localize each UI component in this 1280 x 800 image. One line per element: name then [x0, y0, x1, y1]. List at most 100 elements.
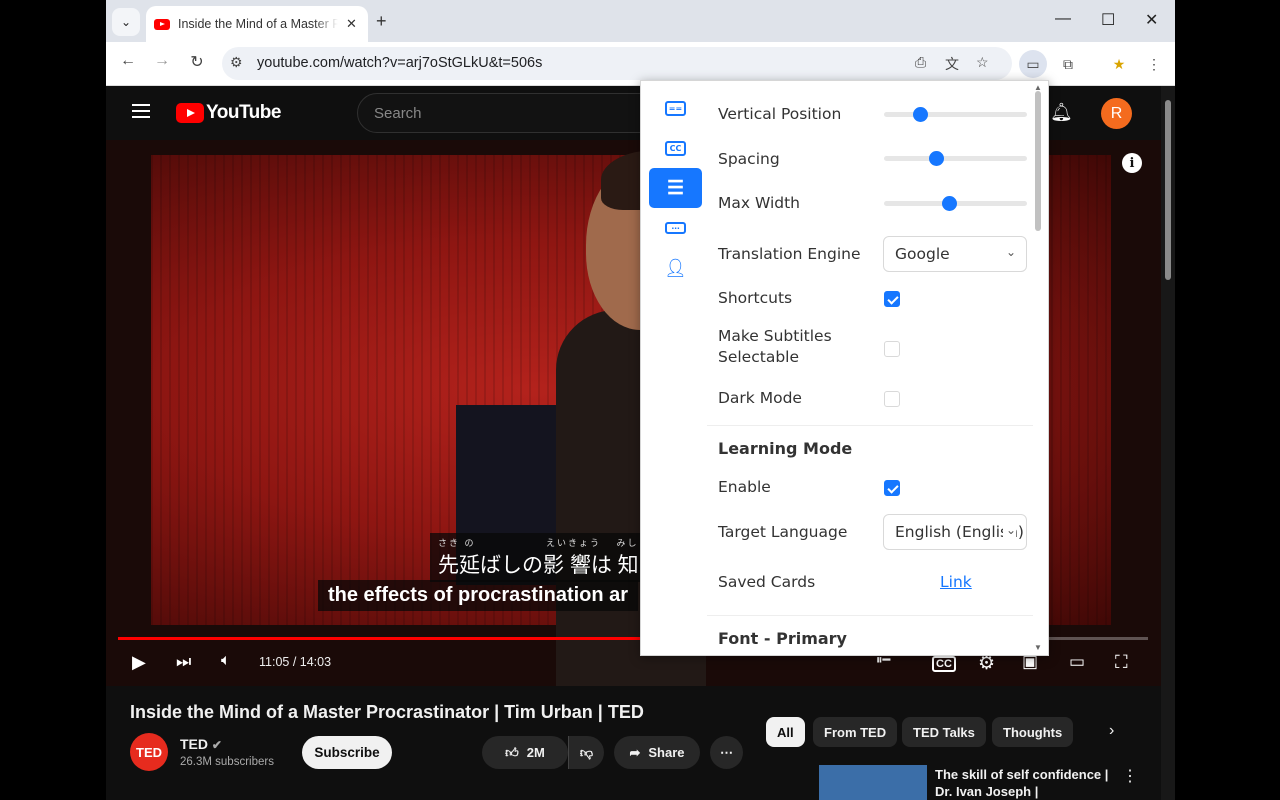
spacing-slider[interactable]: [884, 151, 1027, 166]
translate-icon[interactable]: 文: [945, 54, 959, 74]
user-icon: 👤︎: [664, 257, 687, 278]
saved-cards-label: Saved Cards: [718, 573, 816, 591]
youtube-logo[interactable]: YouTube: [176, 102, 281, 124]
subtitle-extension-popup: == CC ☰ ⋯ 👤︎ Vertical Position Spacing M…: [640, 80, 1049, 656]
popup-scrollbar-thumb[interactable]: [1035, 91, 1041, 231]
video-title: Inside the Mind of a Master Procrastinat…: [130, 702, 644, 722]
channel-avatar[interactable]: TED: [130, 733, 168, 771]
minimize-button[interactable]: —: [1055, 10, 1071, 28]
popup-scroll-down-icon[interactable]: ▼: [1034, 643, 1042, 652]
thumbs-up-icon: 👍︎: [505, 744, 519, 760]
close-tab-icon[interactable]: ✕: [346, 16, 357, 32]
url-text: youtube.com/watch?v=arj7oStGLkU&t=506s: [257, 55, 543, 71]
browser-window: ⌄ Inside the Mind of a Master Procrastin…: [106, 0, 1175, 800]
install-app-icon[interactable]: ⎙: [915, 54, 926, 71]
recommendation-thumbnail[interactable]: [819, 765, 927, 800]
sidebar-item-settings[interactable]: ☰: [649, 168, 702, 208]
fullscreen-icon[interactable]: ⛶: [1115, 652, 1128, 673]
close-window-button[interactable]: ✕: [1145, 10, 1158, 30]
learning-mode-title: Learning Mode: [718, 439, 853, 458]
dark-mode-label: Dark Mode: [718, 389, 802, 407]
new-tab-button[interactable]: +: [376, 11, 387, 32]
search-placeholder: Search: [374, 105, 422, 122]
popup-sidebar: == CC ☰ ⋯ 👤︎: [641, 81, 707, 655]
max-width-slider[interactable]: [884, 196, 1027, 211]
tab-strip: ⌄ Inside the Mind of a Master Procrastin…: [106, 0, 1175, 42]
channel-name[interactable]: TED ✔: [180, 736, 222, 752]
page-scrollbar[interactable]: [1161, 86, 1175, 800]
scrollbar-thumb[interactable]: [1165, 100, 1171, 280]
more-actions-button[interactable]: ⋯: [710, 736, 743, 769]
forward-button[interactable]: →: [151, 52, 173, 70]
vertical-position-label: Vertical Position: [718, 105, 842, 123]
youtube-favicon-icon: [154, 18, 170, 30]
notifications-bell-icon[interactable]: 🔔︎: [1050, 102, 1073, 123]
sidebar-item-subtitles[interactable]: ==: [649, 88, 702, 128]
vertical-position-slider[interactable]: [884, 107, 1027, 122]
spacing-knob[interactable]: [928, 151, 944, 166]
youtube-search-input[interactable]: Search: [357, 93, 677, 133]
extensions-puzzle-icon[interactable]: ⧉: [1054, 50, 1082, 78]
chip-thoughts[interactable]: Thoughts: [992, 717, 1074, 747]
more-horizontal-icon: ⋯: [720, 744, 733, 760]
share-button[interactable]: ➦ Share: [614, 736, 700, 769]
max-width-label: Max Width: [718, 194, 801, 212]
right-margin: [1175, 0, 1280, 800]
address-bar[interactable]: ⚙ youtube.com/watch?v=arj7oStGLkU&t=506s…: [222, 47, 1012, 80]
share-icon: ➦: [629, 744, 641, 760]
captions-cc-icon[interactable]: CC: [932, 656, 956, 672]
recommendation-title[interactable]: The skill of self confidence | Dr. Ivan …: [935, 766, 1115, 800]
dark-mode-checkbox[interactable]: [884, 391, 900, 407]
shortcuts-label: Shortcuts: [718, 289, 793, 307]
max-width-knob[interactable]: [941, 196, 957, 211]
cc-icon: CC: [665, 140, 686, 156]
user-avatar[interactable]: R: [1101, 98, 1132, 129]
tab-youtube[interactable]: Inside the Mind of a Master Procrastinat…: [146, 6, 368, 42]
vertical-position-knob[interactable]: [913, 107, 929, 122]
subtitle-extension-icon[interactable]: ▭: [1019, 50, 1047, 78]
saved-cards-link[interactable]: Link: [940, 573, 972, 591]
hamburger-menu-icon[interactable]: [132, 104, 150, 118]
subtitles-icon: ==: [665, 100, 686, 116]
subscribe-button[interactable]: Subscribe: [302, 736, 392, 769]
tab-title: Inside the Mind of a Master Procrastinat…: [178, 17, 338, 31]
sidebar-item-captions[interactable]: CC: [649, 128, 702, 168]
info-icon[interactable]: i: [1122, 153, 1142, 173]
reload-button[interactable]: ↻: [186, 52, 208, 72]
chip-all[interactable]: All: [766, 717, 805, 747]
sliders-icon: ☰: [666, 177, 685, 199]
section-divider: [707, 615, 1033, 616]
chips-next-icon[interactable]: ›: [1109, 722, 1114, 740]
chip-ted-talks[interactable]: TED Talks: [902, 717, 986, 747]
shortcuts-checkbox[interactable]: [884, 291, 900, 307]
browser-menu-icon[interactable]: ⋮: [1140, 50, 1168, 78]
like-button[interactable]: 👍︎ 2M: [482, 736, 568, 769]
translation-engine-select[interactable]: Google ⌄: [883, 236, 1027, 272]
chip-from-ted[interactable]: From TED: [813, 717, 898, 747]
bookmark-star-icon[interactable]: ☆: [976, 54, 989, 71]
volume-icon[interactable]: 🔈︎: [221, 652, 231, 670]
sidebar-item-account[interactable]: 👤︎: [649, 248, 702, 288]
enable-learning-checkbox[interactable]: [884, 480, 900, 496]
target-language-label: Target Language: [718, 523, 848, 541]
next-icon[interactable]: ⏭︎: [176, 652, 191, 672]
chevron-down-icon: ⌄: [1005, 245, 1016, 259]
target-language-select[interactable]: English (English) ⌄: [883, 514, 1027, 550]
sidebar-item-shortcuts[interactable]: ⋯: [649, 208, 702, 248]
back-button[interactable]: ←: [117, 52, 139, 70]
font-primary-title: Font - Primary: [718, 629, 847, 648]
left-margin: [0, 0, 106, 800]
profile-extension-icon[interactable]: ★: [1105, 50, 1133, 78]
recommendation-more-icon[interactable]: ⋮: [1122, 766, 1138, 786]
subtitle-secondary: the effects of procrastination ar: [318, 580, 639, 611]
dislike-button[interactable]: 👎︎: [568, 736, 604, 769]
verified-badge-icon: ✔: [211, 738, 222, 752]
translation-engine-label: Translation Engine: [718, 245, 861, 263]
play-icon[interactable]: ▶: [132, 652, 146, 673]
tab-search-button[interactable]: ⌄: [112, 8, 140, 36]
theater-mode-icon[interactable]: ▭: [1069, 652, 1085, 672]
chevron-down-icon: ⌄: [120, 15, 132, 29]
maximize-button[interactable]: ☐: [1101, 10, 1115, 30]
site-info-icon[interactable]: ⚙: [230, 54, 243, 71]
make-subtitles-selectable-checkbox[interactable]: [884, 341, 900, 357]
